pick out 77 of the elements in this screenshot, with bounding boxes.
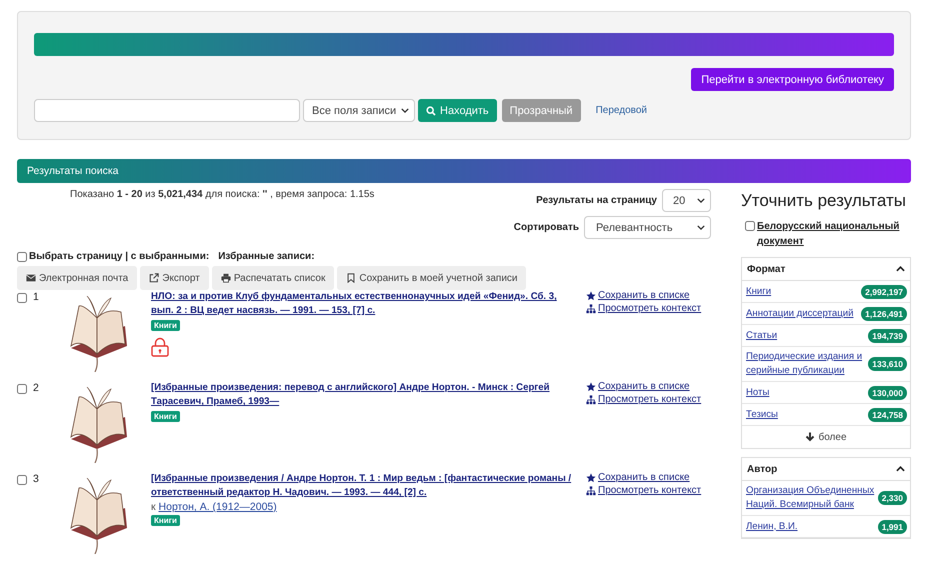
record-title-link[interactable]: НЛО: за и против Клуб фундаментальных естественнонаучных идей «Фенид». Сб. 3, вып. 2 : ВЦ ведет насвязь. — 1991. — 153, [7] с. — [151, 290, 581, 318]
action-button[interactable]: Распечатать список — [212, 266, 334, 290]
record-action-link[interactable]: Сохранить в списке — [598, 290, 690, 301]
record-checkbox[interactable] — [17, 475, 27, 485]
field-select[interactable]: Все поля записи — [303, 99, 415, 122]
results-title: Результаты поиска — [27, 165, 119, 177]
action-button[interactable]: Электронная почта — [17, 266, 138, 290]
record-title-link[interactable]: [Избранные произведения / Андре Нортон. Т. 1 : Мир ведьм : [фантастические романы / ответственный редактор Н. Чадович. — 1993. — 444, [2] с. — [151, 472, 581, 500]
advanced-search-link[interactable]: Передовой — [596, 105, 647, 116]
national-document-link[interactable]: Белорусский национальный документ — [757, 219, 907, 249]
facet-link[interactable]: Ленин, В.И. — [746, 520, 876, 534]
action-button[interactable]: Экспорт — [140, 266, 209, 290]
facet-link[interactable]: Аннотации диссертаций — [746, 306, 860, 320]
count-badge: 133,610 — [868, 357, 907, 371]
format-badge: Книги — [151, 515, 180, 526]
record-action-link[interactable]: Просмотреть контекст — [598, 485, 702, 496]
results-summary: Показано 1 - 20 из 5,021,434 для поиска: '' , время запроса: 1.15s — [70, 189, 374, 202]
format-badge: Книги — [151, 411, 180, 422]
facet-link[interactable]: Организация Объединенных Наций. Всемирный банк — [746, 484, 876, 512]
count-badge: 194,739 — [868, 328, 907, 342]
author-prefix: к — [151, 501, 156, 513]
more-button[interactable]: более — [742, 426, 910, 448]
sitemap-icon — [586, 486, 596, 496]
count-badge: 2,992,197 — [861, 284, 907, 298]
facet-link[interactable]: Периодические издания и серийные публикации — [746, 350, 866, 378]
facet-link[interactable]: Тезисы — [746, 408, 866, 422]
sitemap-icon — [586, 304, 596, 314]
facet-header[interactable]: Формат — [742, 258, 910, 281]
envelope-icon — [26, 273, 36, 283]
record-action-link[interactable]: Сохранить в списке — [598, 381, 690, 392]
per-page-select[interactable]: 20 — [662, 189, 711, 212]
format-badge: Книги — [151, 320, 180, 331]
author-link[interactable]: Нортон, А. (1912—2005) — [158, 501, 277, 513]
count-badge: 124,758 — [868, 408, 907, 422]
library-button[interactable]: Перейти в электронную библиотеку — [691, 68, 894, 91]
count-badge: 1,126,491 — [861, 306, 907, 320]
search-button[interactable]: Находить — [418, 99, 497, 122]
external-link-icon — [149, 273, 160, 283]
star-icon — [586, 472, 596, 482]
record-title-link[interactable]: [Избранные произведения: перевод с английского] Андре Нортон. - Минск : Сергей Тарасевич, Прамеб, 1993— — [151, 381, 581, 409]
search-icon — [426, 106, 436, 116]
star-icon — [586, 290, 596, 300]
bookmark-icon — [346, 273, 356, 283]
sort-label: Сортировать — [514, 222, 579, 233]
count-badge: 2,330 — [878, 491, 907, 505]
record-action-link[interactable]: Просмотреть контекст — [598, 394, 702, 405]
sidebar-title: Уточнить результаты — [741, 191, 907, 211]
sort-select[interactable]: Релевантность — [584, 216, 711, 239]
count-badge: 1,991 — [878, 520, 907, 534]
facet-link[interactable]: Ноты — [746, 386, 866, 400]
star-icon — [586, 382, 596, 392]
chevron-icon — [697, 198, 705, 203]
facet-link[interactable]: Книги — [746, 284, 860, 298]
search-field[interactable] — [34, 99, 300, 122]
action-button[interactable]: Сохранить в моей учетной записи — [337, 266, 526, 290]
facet-link[interactable]: Статьи — [746, 328, 866, 342]
facet-title: Автор — [747, 464, 778, 474]
record-number: 1 — [33, 291, 40, 303]
record-action-link[interactable]: Просмотреть контекст — [598, 303, 702, 314]
facet-title: Формат — [747, 264, 786, 274]
record-action-link[interactable]: Сохранить в списке — [598, 472, 690, 483]
chevron-icon — [697, 225, 705, 230]
record-number: 3 — [33, 473, 40, 485]
record-checkbox[interactable] — [17, 293, 27, 303]
favorites-label: Избранные записи: — [218, 251, 315, 262]
national-document-checkbox[interactable] — [745, 221, 755, 231]
record-number: 2 — [33, 382, 40, 394]
sitemap-icon — [586, 394, 596, 404]
facet-header[interactable]: Автор — [742, 458, 910, 481]
printer-icon — [220, 273, 231, 283]
count-badge: 130,000 — [868, 386, 907, 400]
arrow-down-icon — [805, 432, 816, 442]
select-page-checkbox[interactable] — [17, 252, 27, 262]
per-page-label: Результаты на страницу — [536, 195, 657, 206]
select-page-label: Выбрать страницу | с выбранными: — [29, 251, 210, 262]
chevron-icon — [401, 108, 409, 113]
record-checkbox[interactable] — [17, 384, 27, 394]
